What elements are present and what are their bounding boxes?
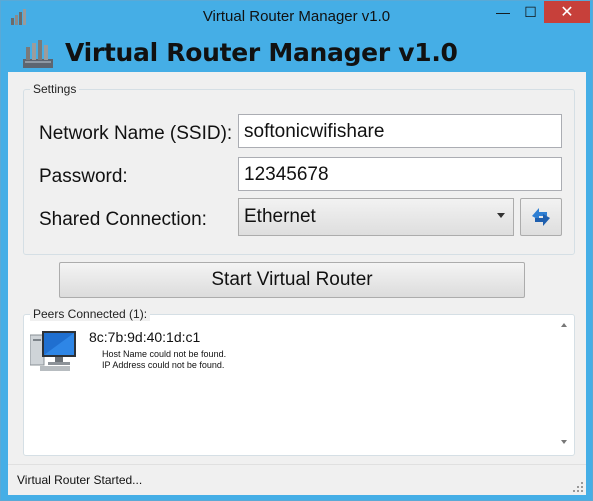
refresh-icon bbox=[532, 208, 550, 226]
app-header: Virtual Router Manager v1.0 bbox=[1, 33, 592, 71]
main-panel: Settings Network Name (SSID): softonicwi… bbox=[8, 72, 586, 495]
shared-connection-value: Ethernet bbox=[244, 206, 316, 227]
app-title: Virtual Router Manager v1.0 bbox=[65, 38, 458, 67]
app-window: Virtual Router Manager v1.0 — ☐ ✕ Virtua… bbox=[0, 0, 593, 501]
peer-mac-address: 8c:7b:9d:40:1d:c1 bbox=[89, 329, 201, 345]
settings-group-label: Settings bbox=[30, 82, 80, 96]
chevron-down-icon bbox=[497, 213, 505, 218]
peer-ip-address: IP Address could not be found. bbox=[102, 360, 225, 370]
scroll-up-icon[interactable] bbox=[561, 323, 567, 327]
resize-grip-icon[interactable] bbox=[573, 482, 583, 492]
peers-group: Peers Connected (1): 8c:7b:9d:40:1d:c1 H… bbox=[23, 307, 575, 456]
refresh-button[interactable] bbox=[520, 198, 562, 236]
start-virtual-router-button[interactable]: Start Virtual Router bbox=[59, 262, 525, 298]
peers-list[interactable]: 8c:7b:9d:40:1d:c1 Host Name could not be… bbox=[24, 315, 555, 453]
scroll-down-icon[interactable] bbox=[561, 440, 567, 444]
status-bar: Virtual Router Started... bbox=[8, 464, 586, 495]
title-bar[interactable]: Virtual Router Manager v1.0 — ☐ ✕ bbox=[1, 1, 592, 33]
ssid-label: Network Name (SSID): bbox=[39, 123, 233, 144]
peer-host-name: Host Name could not be found. bbox=[102, 349, 227, 359]
settings-group: Settings Network Name (SSID): softonicwi… bbox=[23, 82, 575, 255]
shared-connection-label: Shared Connection: bbox=[39, 209, 207, 230]
shared-connection-select[interactable]: Ethernet bbox=[238, 198, 514, 236]
password-input[interactable]: 12345678 bbox=[238, 157, 562, 191]
router-antenna-icon bbox=[23, 40, 53, 68]
maximize-button[interactable]: ☐ bbox=[517, 1, 544, 23]
minimize-button[interactable]: — bbox=[489, 1, 517, 23]
password-label: Password: bbox=[39, 166, 128, 187]
peer-list-item[interactable]: 8c:7b:9d:40:1d:c1 Host Name could not be… bbox=[30, 327, 430, 379]
computer-icon bbox=[30, 331, 76, 371]
ssid-input[interactable]: softonicwifishare bbox=[238, 114, 562, 148]
peers-scrollbar[interactable] bbox=[556, 316, 573, 452]
close-button[interactable]: ✕ bbox=[544, 1, 590, 23]
status-text: Virtual Router Started... bbox=[17, 473, 143, 487]
